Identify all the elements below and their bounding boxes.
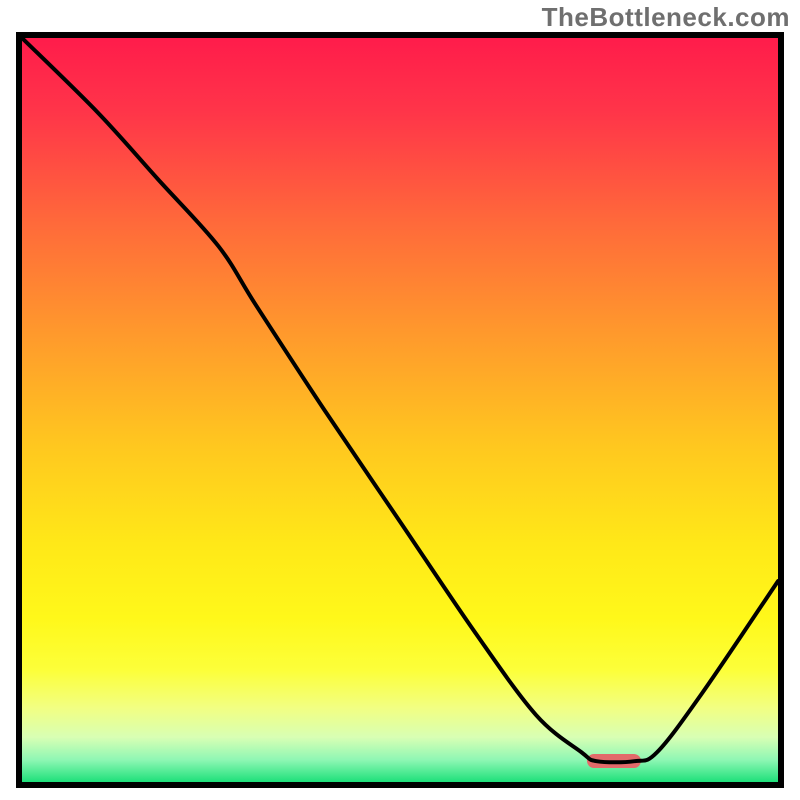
watermark-text: TheBottleneck.com [542, 2, 790, 33]
bottleneck-curve [22, 38, 778, 782]
plot-frame [16, 32, 784, 788]
